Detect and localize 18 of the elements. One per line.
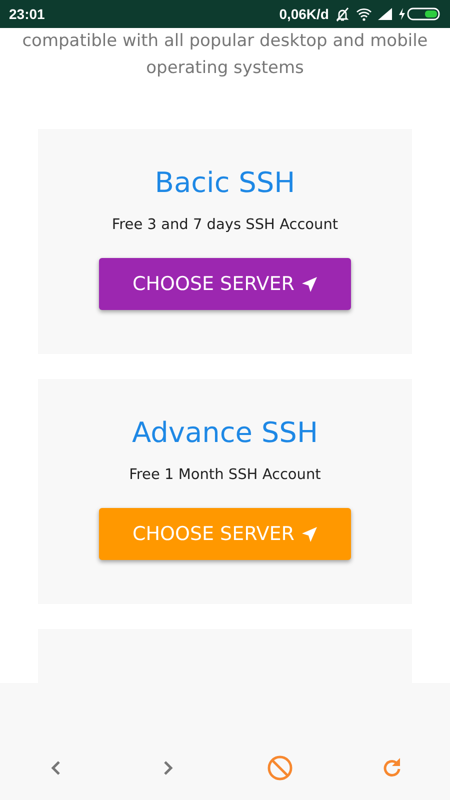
stop-icon[interactable]	[267, 755, 293, 781]
navigation-arrow-icon	[300, 526, 318, 542]
plan-description: Free 3 and 7 days SSH Account	[112, 216, 338, 235]
plan-description: Free 1 Month SSH Account	[129, 466, 321, 485]
plan-title: Bacic SSH	[154, 165, 296, 201]
plan-title: Advance SSH	[132, 415, 318, 451]
muted-bell-icon	[335, 6, 350, 22]
network-speed: 0,06K/d	[279, 6, 329, 22]
reload-icon[interactable]	[381, 757, 403, 779]
status-time: 23:01	[9, 6, 45, 22]
forward-icon[interactable]	[163, 760, 173, 776]
signal-icon	[378, 8, 392, 20]
choose-server-button[interactable]: CHOOSE SERVER	[99, 258, 351, 310]
battery-charging-icon	[398, 7, 442, 21]
wifi-icon	[356, 8, 372, 20]
intro-text: compatible with all popular desktop and mobile operating systems	[21, 30, 429, 80]
navigation-arrow-icon	[300, 276, 318, 292]
back-icon[interactable]	[51, 760, 61, 776]
